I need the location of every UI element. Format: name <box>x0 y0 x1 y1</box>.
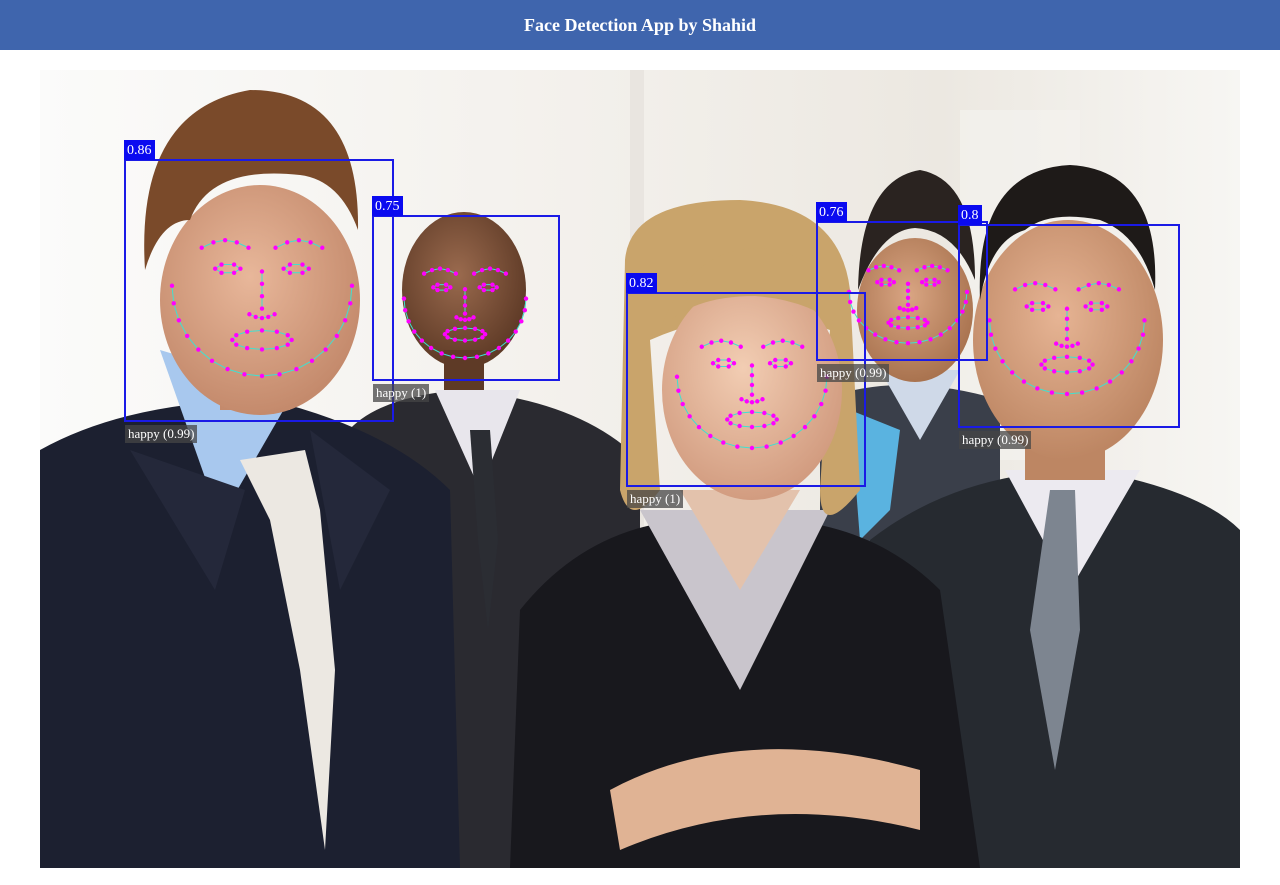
face-expression-1: happy (0.99) <box>125 425 198 443</box>
face-score-1: 0.86 <box>124 140 155 160</box>
face-expression-2: happy (1) <box>373 384 430 402</box>
face-expression-4: happy (0.99) <box>817 364 890 382</box>
face-box-2 <box>372 215 560 381</box>
face-score-4: 0.76 <box>816 202 847 222</box>
app-title: Face Detection App by Shahid <box>523 14 757 35</box>
face-score-2: 0.75 <box>372 196 403 216</box>
detection-canvas: 0.86 happy (0.99) 0.75 happy (1) 0.82 ha… <box>40 70 1240 868</box>
face-score-3: 0.82 <box>626 273 657 293</box>
face-box-5 <box>958 224 1180 428</box>
face-expression-5: happy (0.99) <box>959 431 1032 449</box>
app-header: Face Detection App by Shahid <box>0 0 1280 50</box>
face-box-1 <box>124 159 394 422</box>
face-expression-3: happy (1) <box>627 490 684 508</box>
face-score-5: 0.8 <box>958 205 982 225</box>
